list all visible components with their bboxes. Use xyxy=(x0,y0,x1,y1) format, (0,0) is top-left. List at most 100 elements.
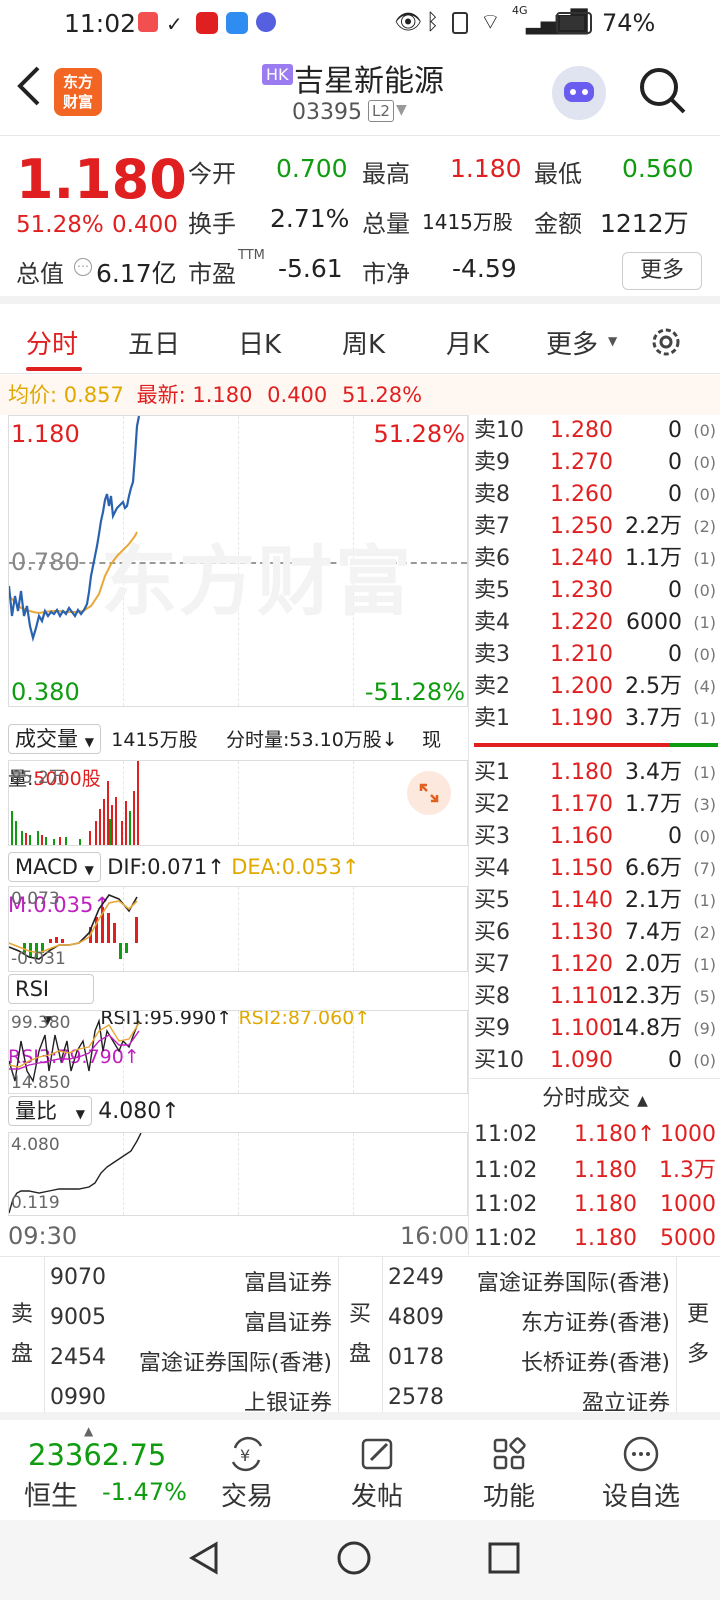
index-value: 23362.75 xyxy=(28,1438,167,1472)
app-logo[interactable]: 东方 财富 xyxy=(54,68,102,116)
gear-icon[interactable] xyxy=(648,324,684,367)
ask-row-1[interactable]: 卖1 1.190 3.7万 (1) xyxy=(472,703,720,735)
level2-badge[interactable]: L2 xyxy=(368,100,394,122)
bid-row-6[interactable]: 买6 1.130 7.4万 (2) xyxy=(472,917,720,949)
volume-chart[interactable]: 85.2万 xyxy=(8,760,468,846)
ask-volume: 0 xyxy=(668,450,682,475)
market-badge: HK xyxy=(262,64,293,85)
tab-daily-k[interactable]: 日K xyxy=(238,324,281,361)
ask-count: (0) xyxy=(693,421,716,440)
intraday-price-chart[interactable]: 东方财富 1.180 0.780 0.380 51.28% -51.28% xyxy=(8,415,468,707)
trade-volume: 1.3万 xyxy=(659,1158,716,1183)
rsi-chart[interactable]: 99.380 14.850 xyxy=(8,1010,468,1094)
system-recents-icon[interactable] xyxy=(486,1540,522,1580)
bid-row-10[interactable]: 买10 1.090 0 (0) xyxy=(472,1045,720,1077)
tab-intraday[interactable]: 分时 xyxy=(26,324,78,361)
bid-label: 买5 xyxy=(474,888,510,913)
bid-row-2[interactable]: 买2 1.170 1.7万 (3) xyxy=(472,789,720,821)
ask-row-4[interactable]: 卖4 1.220 6000 (1) xyxy=(472,607,720,639)
turnover-value: 2.71% xyxy=(270,204,350,233)
sell-side-char: 卖 xyxy=(10,1302,33,1327)
broker-more-button[interactable]: 更多 xyxy=(676,1295,720,1375)
search-icon[interactable] xyxy=(638,66,688,120)
tab-weekly-k[interactable]: 周K xyxy=(342,324,385,361)
rsi-selector[interactable]: RSI ▼ xyxy=(8,974,94,1027)
ask-row-6[interactable]: 卖6 1.240 1.1万 (1) xyxy=(472,543,720,575)
index-ticker[interactable]: ▲ 23362.75 恒生 -1.47% xyxy=(0,1424,200,1520)
robot-assistant-icon[interactable] xyxy=(552,66,606,120)
latest-change-percent: 51.28% xyxy=(341,383,423,407)
bid-count: (9) xyxy=(693,1019,716,1038)
more-char: 多 xyxy=(686,1342,709,1367)
system-home-icon[interactable] xyxy=(336,1540,372,1580)
trade-row: 11:02 1.180↑ 1000 xyxy=(474,1118,720,1152)
trades-header[interactable]: 分时成交 ▲ xyxy=(470,1082,720,1116)
macd-chart[interactable]: 0.073 -0.031 xyxy=(8,886,468,972)
tab-monthly-k[interactable]: 月K xyxy=(446,324,489,361)
ratio-axis-top: 4.080 xyxy=(11,1135,60,1155)
ratio-selector-label: 量比 xyxy=(15,1099,57,1123)
nav-functions[interactable]: 功能 xyxy=(454,1434,564,1513)
nav-add-watchlist[interactable]: 设自选 xyxy=(586,1434,696,1513)
expand-chart-icon[interactable] xyxy=(407,771,451,815)
bid-row-4[interactable]: 买4 1.150 6.6万 (7) xyxy=(472,853,720,885)
quote-panel: 1.180 51.28% 0.400 今开 0.700 最高 1.180 最低 … xyxy=(0,136,720,304)
bid-row-8[interactable]: 买8 1.110 12.3万 (5) xyxy=(472,981,720,1013)
minute-volume: 分时量:53.10万股↓ xyxy=(226,729,398,751)
ask-label: 卖1 xyxy=(474,706,510,731)
bid-count: (1) xyxy=(693,955,716,974)
broker-code: 9005 xyxy=(50,1305,106,1330)
edit-icon xyxy=(361,1438,393,1470)
volume-selector[interactable]: 成交量 ▼ xyxy=(8,724,101,754)
ask-count: (4) xyxy=(693,677,716,696)
logo-text-bottom: 财富 xyxy=(62,93,93,111)
latest-label: 最新: xyxy=(136,383,186,407)
volume-total: 1415万股 xyxy=(111,729,198,751)
bid-row-5[interactable]: 买5 1.140 2.1万 (1) xyxy=(472,885,720,917)
trade-volume: 1000 xyxy=(660,1192,716,1217)
eye-icon: 👁 xyxy=(394,10,422,35)
nav-trade-label: 交易 xyxy=(220,1482,273,1512)
nav-trade[interactable]: ¥ 交易 xyxy=(192,1434,302,1513)
buy-side-label: 买盘 xyxy=(338,1295,382,1375)
tab-more-caret-icon: ▼ xyxy=(608,334,618,348)
pb-value: -4.59 xyxy=(452,254,517,283)
intraday-info-line: 均价: 0.857 最新: 1.180 0.400 51.28% xyxy=(0,375,720,415)
ratio-selector[interactable]: 量比 ▼ xyxy=(8,1096,92,1126)
bid-row-1[interactable]: 买1 1.180 3.4万 (1) xyxy=(472,757,720,789)
stock-name[interactable]: 吉星新能源 xyxy=(294,56,444,100)
ask-price: 1.200 xyxy=(550,674,613,699)
ask-row-10[interactable]: 卖10 1.280 0 (0) xyxy=(472,415,720,447)
macd-axis-bottom: -0.031 xyxy=(11,949,66,969)
ask-row-5[interactable]: 卖5 1.230 0 (0) xyxy=(472,575,720,607)
tab-five-day[interactable]: 五日 xyxy=(128,324,180,361)
bid-volume: 14.8万 xyxy=(611,1016,682,1041)
info-icon[interactable]: ⋯ xyxy=(74,258,92,276)
broker-queue[interactable]: 卖盘 9070 富昌证券 9005 富昌证券 2454 富途证券国际(香港) 0… xyxy=(0,1256,720,1420)
ask-row-9[interactable]: 卖9 1.270 0 (0) xyxy=(472,447,720,479)
ratio-svg xyxy=(9,1133,142,1214)
ask-price: 1.220 xyxy=(550,610,613,635)
bid-price: 1.180 xyxy=(550,760,613,785)
more-quote-button[interactable]: 更多 xyxy=(622,252,702,290)
bid-row-3[interactable]: 买3 1.160 0 (0) xyxy=(472,821,720,853)
latest-value: 1.180 xyxy=(192,383,253,407)
pe-ttm-sup: TTM xyxy=(238,248,265,263)
tab-more[interactable]: 更多 xyxy=(546,324,598,361)
pe-label: 市盈 xyxy=(188,260,236,288)
bid-price: 1.150 xyxy=(550,856,613,881)
bid-row-7[interactable]: 买7 1.120 2.0万 (1) xyxy=(472,949,720,981)
low-label: 最低 xyxy=(534,160,582,188)
nav-post[interactable]: 发帖 xyxy=(322,1434,432,1513)
system-back-icon[interactable] xyxy=(186,1540,222,1580)
ask-row-2[interactable]: 卖2 1.200 2.5万 (4) xyxy=(472,671,720,703)
volume-ratio-chart[interactable]: 4.080 0.119 xyxy=(8,1132,468,1216)
macd-selector[interactable]: MACD ▼ xyxy=(8,852,101,882)
ask-row-3[interactable]: 卖3 1.210 0 (0) xyxy=(472,639,720,671)
bid-label: 买4 xyxy=(474,856,510,881)
ask-row-7[interactable]: 卖7 1.250 2.2万 (2) xyxy=(472,511,720,543)
bid-row-9[interactable]: 买9 1.100 14.8万 (9) xyxy=(472,1013,720,1045)
back-arrow-icon[interactable] xyxy=(14,64,44,118)
ask-row-8[interactable]: 卖8 1.260 0 (0) xyxy=(472,479,720,511)
chevron-down-icon[interactable]: ▼ xyxy=(396,102,407,118)
